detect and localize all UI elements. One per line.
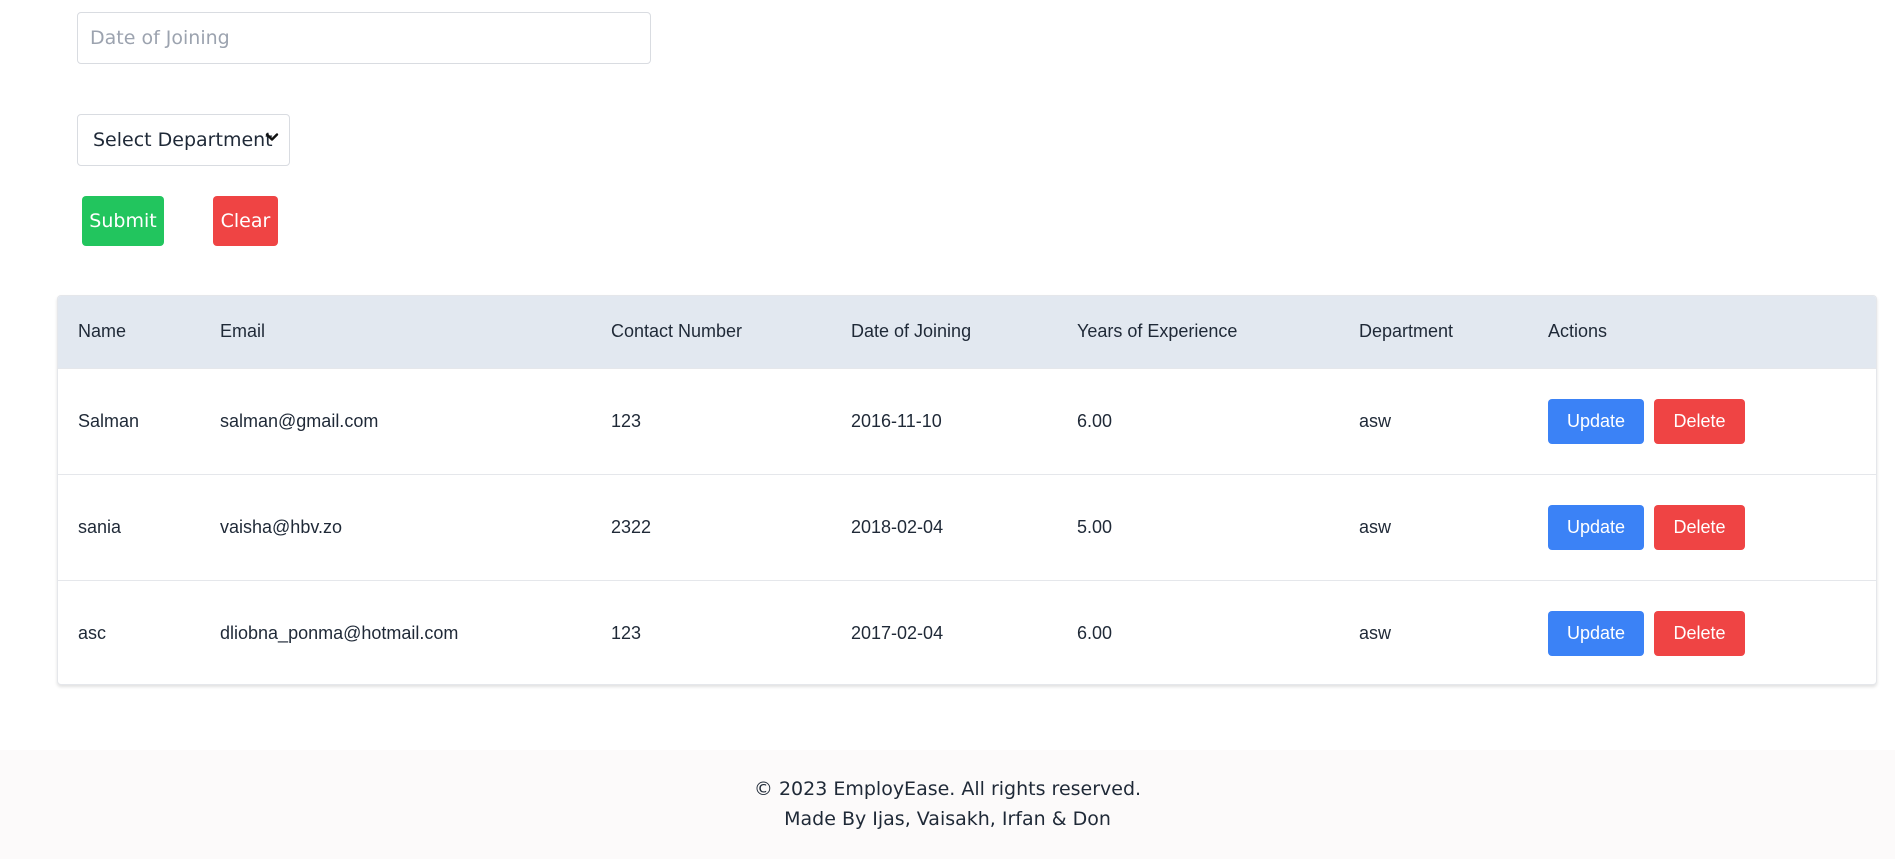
header-name: Name	[78, 321, 127, 342]
cell-name: Salman	[78, 410, 140, 431]
table-row: asc dliobna_ponma@hotmail.com 123 2017-0…	[58, 580, 1876, 684]
delete-button[interactable]: Delete	[1654, 610, 1745, 656]
header-years-of-experience: Years of Experience	[1077, 321, 1238, 342]
header-contact-number: Contact Number	[611, 321, 743, 342]
date-of-joining-input[interactable]	[77, 12, 651, 64]
cell-email: vaisha@hbv.zo	[220, 516, 343, 537]
footer: © 2023 EmployEase. All rights reserved. …	[0, 750, 1895, 859]
header-actions: Actions	[1548, 321, 1608, 342]
header-department: Department	[1359, 321, 1454, 342]
department-select[interactable]: Select Department	[77, 114, 290, 166]
row-actions: Update Delete	[1548, 504, 1876, 550]
cell-date-of-joining: 2018-02-04	[851, 516, 944, 537]
row-actions: Update Delete	[1548, 398, 1876, 444]
clear-button[interactable]: Clear	[213, 196, 278, 246]
header-email: Email	[220, 321, 266, 342]
footer-copyright: © 2023 EmployEase. All rights reserved.	[753, 778, 1142, 800]
update-button[interactable]: Update	[1548, 610, 1644, 656]
header-date-of-joining: Date of Joining	[851, 321, 972, 342]
delete-button[interactable]: Delete	[1654, 504, 1745, 550]
cell-date-of-joining: 2017-02-04	[851, 622, 944, 643]
cell-contact: 123	[611, 410, 642, 431]
cell-experience: 6.00	[1077, 622, 1113, 643]
update-button[interactable]: Update	[1548, 398, 1644, 444]
cell-actions: Update Delete	[1528, 580, 1876, 684]
cell-experience: 6.00	[1077, 410, 1113, 431]
cell-name: sania	[78, 516, 122, 537]
footer-credits: Made By Ijas, Vaisakh, Irfan & Don	[784, 808, 1111, 830]
table-header-row: Name Email Contact Number Date of Joinin…	[58, 296, 1876, 368]
cell-department: asw	[1359, 622, 1392, 643]
cell-actions: Update Delete	[1528, 474, 1876, 580]
cell-department: asw	[1359, 516, 1392, 537]
page: Select Department Submit Clear Name Emai…	[0, 0, 1895, 859]
update-button[interactable]: Update	[1548, 504, 1644, 550]
department-select-value: Select Department	[93, 129, 273, 151]
submit-button[interactable]: Submit	[82, 196, 164, 246]
employee-table-card: Name Email Contact Number Date of Joinin…	[57, 295, 1877, 685]
cell-date-of-joining: 2016-11-10	[851, 410, 942, 431]
cell-email: salman@gmail.com	[220, 410, 379, 431]
table-row: Salman salman@gmail.com 123 2016-11-10 6…	[58, 368, 1876, 474]
delete-button[interactable]: Delete	[1654, 398, 1745, 444]
cell-email: dliobna_ponma@hotmail.com	[220, 622, 459, 643]
row-actions: Update Delete	[1548, 610, 1876, 656]
cell-department: asw	[1359, 410, 1392, 431]
cell-name: asc	[78, 622, 107, 643]
cell-contact: 2322	[611, 516, 652, 537]
cell-actions: Update Delete	[1528, 368, 1876, 474]
table-row: sania vaisha@hbv.zo 2322 2018-02-04 5.00…	[58, 474, 1876, 580]
chevron-down-icon	[265, 133, 279, 141]
cell-experience: 5.00	[1077, 516, 1113, 537]
cell-contact: 123	[611, 622, 642, 643]
employee-table: Name Email Contact Number Date of Joinin…	[58, 296, 1876, 684]
